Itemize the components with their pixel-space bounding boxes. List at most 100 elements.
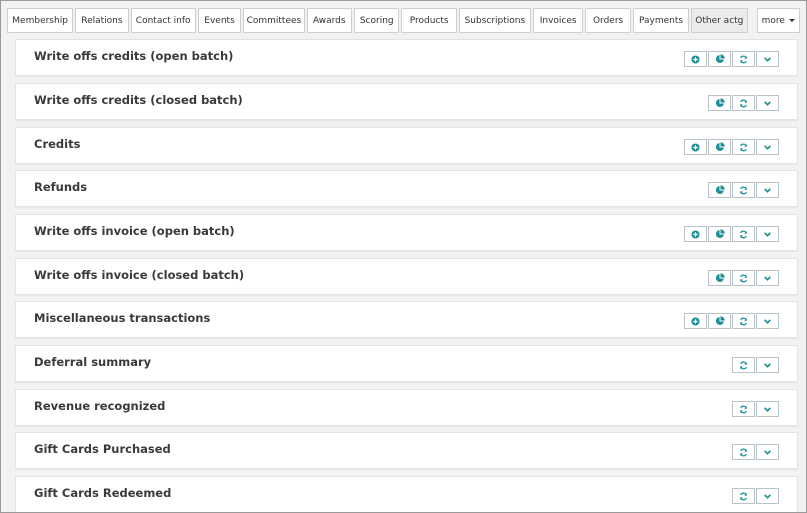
expand-button[interactable] bbox=[756, 357, 779, 373]
refresh-button[interactable] bbox=[732, 401, 755, 417]
refresh-icon bbox=[739, 99, 748, 108]
expand-button[interactable] bbox=[756, 182, 779, 198]
expand-button[interactable] bbox=[756, 488, 779, 504]
expand-button[interactable] bbox=[756, 51, 779, 67]
expand-button[interactable] bbox=[756, 401, 779, 417]
plus-circle-icon bbox=[691, 142, 700, 152]
section-actions bbox=[684, 51, 779, 67]
tab-label: Contact info bbox=[135, 15, 191, 26]
section-actions bbox=[708, 95, 779, 111]
expand-button[interactable] bbox=[756, 139, 779, 155]
add-button[interactable] bbox=[684, 226, 707, 242]
report-button[interactable] bbox=[708, 226, 731, 242]
section-title: Write offs credits (open batch) bbox=[34, 49, 234, 63]
window-frame: Membership Relations Contact info Events Com… bbox=[0, 0, 807, 513]
tab-products[interactable]: Products bbox=[401, 8, 457, 33]
refresh-button[interactable] bbox=[732, 95, 755, 111]
section-panel: Miscellaneous transactions bbox=[15, 301, 798, 338]
refresh-button[interactable] bbox=[732, 226, 755, 242]
add-button[interactable] bbox=[684, 51, 707, 67]
tab-orders[interactable]: Orders bbox=[585, 8, 631, 33]
tab-invoices[interactable]: Invoices bbox=[532, 8, 584, 33]
refresh-button[interactable] bbox=[732, 313, 755, 329]
section-panel: Gift Cards Redeemed bbox=[15, 476, 798, 512]
chevron-down-icon bbox=[763, 317, 772, 326]
tab-awards[interactable]: Awards bbox=[306, 8, 353, 33]
section-title: Revenue recognized bbox=[34, 399, 166, 413]
section-panel: Refunds bbox=[15, 170, 798, 207]
add-button[interactable] bbox=[684, 313, 707, 329]
refresh-button[interactable] bbox=[732, 139, 755, 155]
pie-chart-icon bbox=[715, 316, 725, 326]
tab-label: Events bbox=[204, 15, 235, 26]
expand-button[interactable] bbox=[756, 226, 779, 242]
expand-button[interactable] bbox=[756, 270, 779, 286]
section-title: Write offs invoice (closed batch) bbox=[34, 268, 245, 282]
tab-relations[interactable]: Relations bbox=[75, 8, 129, 33]
refresh-icon bbox=[739, 317, 748, 326]
refresh-button[interactable] bbox=[732, 51, 755, 67]
tab-subscriptions[interactable]: Subscriptions bbox=[458, 8, 531, 33]
tab-payments[interactable]: Payments bbox=[632, 8, 690, 33]
section-title: Refunds bbox=[34, 180, 88, 194]
section-actions bbox=[684, 226, 779, 242]
section-actions bbox=[732, 401, 779, 417]
section-actions bbox=[732, 488, 779, 504]
pie-chart-icon bbox=[715, 185, 725, 195]
tab-committees[interactable]: Committees bbox=[243, 8, 305, 33]
section-panel: Credits bbox=[15, 127, 798, 164]
chevron-down-icon bbox=[763, 55, 772, 64]
report-button[interactable] bbox=[708, 270, 731, 286]
tab-membership[interactable]: Membership bbox=[7, 8, 74, 33]
pie-chart-icon bbox=[715, 273, 725, 283]
report-button[interactable] bbox=[708, 51, 731, 67]
tab-label: Other actg bbox=[695, 15, 744, 26]
refresh-button[interactable] bbox=[732, 357, 755, 373]
tab-label: Payments bbox=[638, 15, 684, 26]
tab-label: Invoices bbox=[539, 15, 577, 26]
refresh-icon bbox=[739, 361, 748, 370]
report-button[interactable] bbox=[708, 95, 731, 111]
refresh-icon bbox=[739, 492, 748, 501]
tab-bar: Membership Relations Contact info Events Com… bbox=[7, 8, 800, 33]
tab-label: Subscriptions bbox=[464, 15, 526, 26]
pie-chart-icon bbox=[715, 142, 725, 152]
refresh-icon bbox=[739, 55, 748, 64]
report-button[interactable] bbox=[708, 313, 731, 329]
tab-label: Committees bbox=[246, 15, 302, 26]
tab-more-dropdown[interactable]: more bbox=[756, 8, 800, 33]
refresh-button[interactable] bbox=[732, 488, 755, 504]
tab-label: Membership bbox=[12, 15, 68, 26]
refresh-icon bbox=[739, 186, 748, 195]
tab-scoring[interactable]: Scoring bbox=[354, 8, 400, 33]
expand-button[interactable] bbox=[756, 95, 779, 111]
section-title: Deferral summary bbox=[34, 355, 152, 369]
expand-button[interactable] bbox=[756, 444, 779, 460]
chevron-down-icon bbox=[763, 405, 772, 414]
refresh-button[interactable] bbox=[732, 182, 755, 198]
tab-events[interactable]: Events bbox=[197, 8, 242, 33]
section-actions bbox=[708, 182, 779, 198]
refresh-icon bbox=[739, 230, 748, 239]
expand-button[interactable] bbox=[756, 313, 779, 329]
section-panel: Write offs credits (closed batch) bbox=[15, 83, 798, 120]
section-title: Write offs invoice (open batch) bbox=[34, 224, 235, 238]
plus-circle-icon bbox=[691, 229, 700, 239]
plus-circle-icon bbox=[691, 54, 700, 64]
refresh-icon bbox=[739, 274, 748, 283]
pie-chart-icon bbox=[715, 54, 725, 64]
tab-label: Relations bbox=[81, 15, 123, 26]
chevron-down-icon bbox=[763, 99, 772, 108]
refresh-button[interactable] bbox=[732, 270, 755, 286]
add-button[interactable] bbox=[684, 139, 707, 155]
report-button[interactable] bbox=[708, 139, 731, 155]
chevron-down-icon bbox=[763, 492, 772, 501]
refresh-button[interactable] bbox=[732, 444, 755, 460]
report-button[interactable] bbox=[708, 182, 731, 198]
plus-circle-icon bbox=[691, 316, 700, 326]
section-actions bbox=[732, 357, 779, 373]
section-title: Miscellaneous transactions bbox=[34, 311, 211, 325]
chevron-down-icon bbox=[763, 361, 772, 370]
tab-contact-info[interactable]: Contact info bbox=[130, 8, 196, 33]
tab-other-actg[interactable]: Other actg bbox=[691, 8, 748, 33]
